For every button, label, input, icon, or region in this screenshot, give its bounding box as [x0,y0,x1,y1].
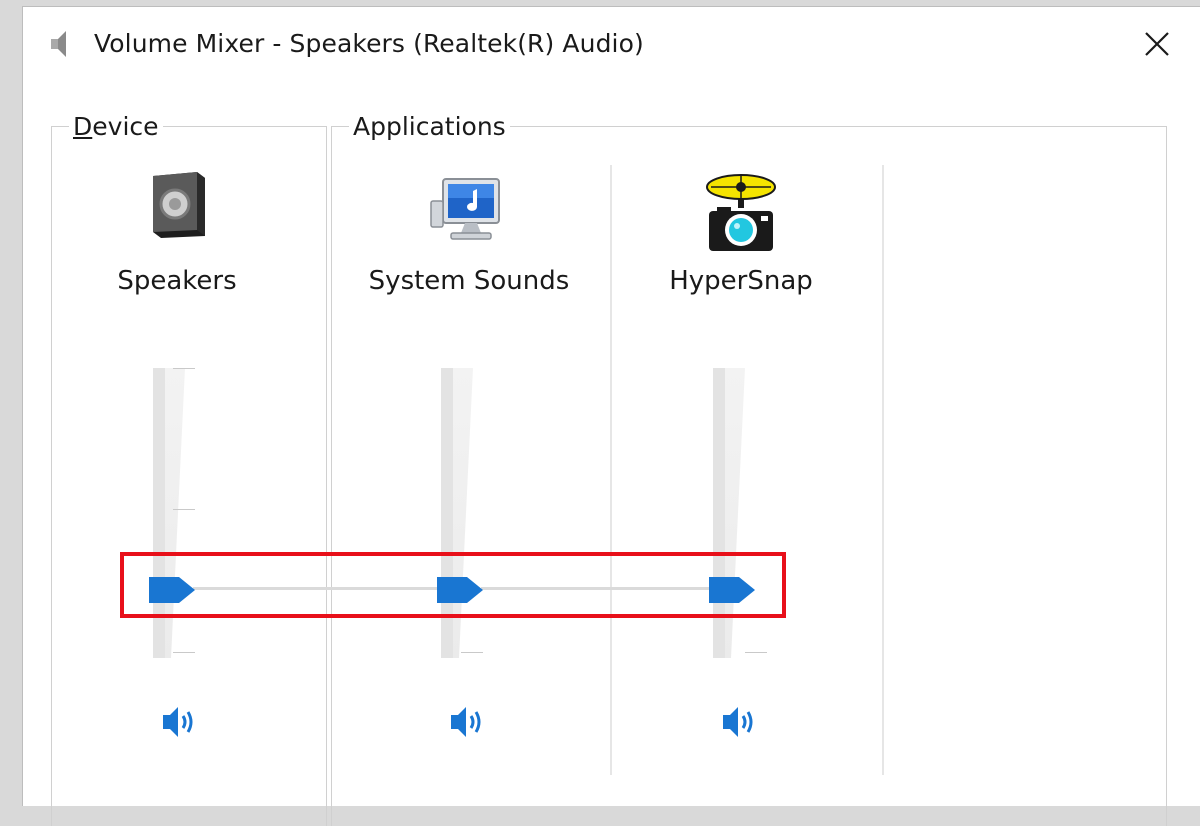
close-button[interactable] [1131,21,1183,67]
volume-mixer-window: Volume Mixer - Speakers (Realtek(R) Audi… [22,6,1200,826]
channel-name-speakers: Speakers [117,266,237,296]
close-icon [1145,32,1169,56]
mute-button-speakers[interactable] [159,703,201,741]
slider-tick [173,509,195,510]
speaker-icon [51,31,66,57]
slider-tick [173,368,195,369]
slider-tick [461,652,483,653]
volume-icon [163,707,193,737]
channel-name-system-sounds: System Sounds [368,266,570,296]
volume-icon [723,707,753,737]
device-group-label: Device [69,111,163,143]
title-bar: Volume Mixer - Speakers (Realtek(R) Audi… [23,7,1200,77]
window-title: Volume Mixer - Speakers (Realtek(R) Audi… [94,29,644,58]
mute-button-system-sounds[interactable] [447,703,489,741]
channel-name-hypersnap: HyperSnap [669,266,813,296]
hypersnap-icon [706,174,776,251]
system-sounds-icon [430,178,500,240]
volume-icon [451,707,481,737]
device-group-label-rest: evice [92,112,159,141]
column-divider [610,165,612,775]
applications-group-label: Applications [349,111,510,143]
mute-button-hypersnap[interactable] [719,703,761,741]
column-divider [882,165,884,775]
slider-tick [745,652,767,653]
speaker-icon [153,172,205,238]
slider-tick [173,652,195,653]
highlight-box [120,552,786,618]
